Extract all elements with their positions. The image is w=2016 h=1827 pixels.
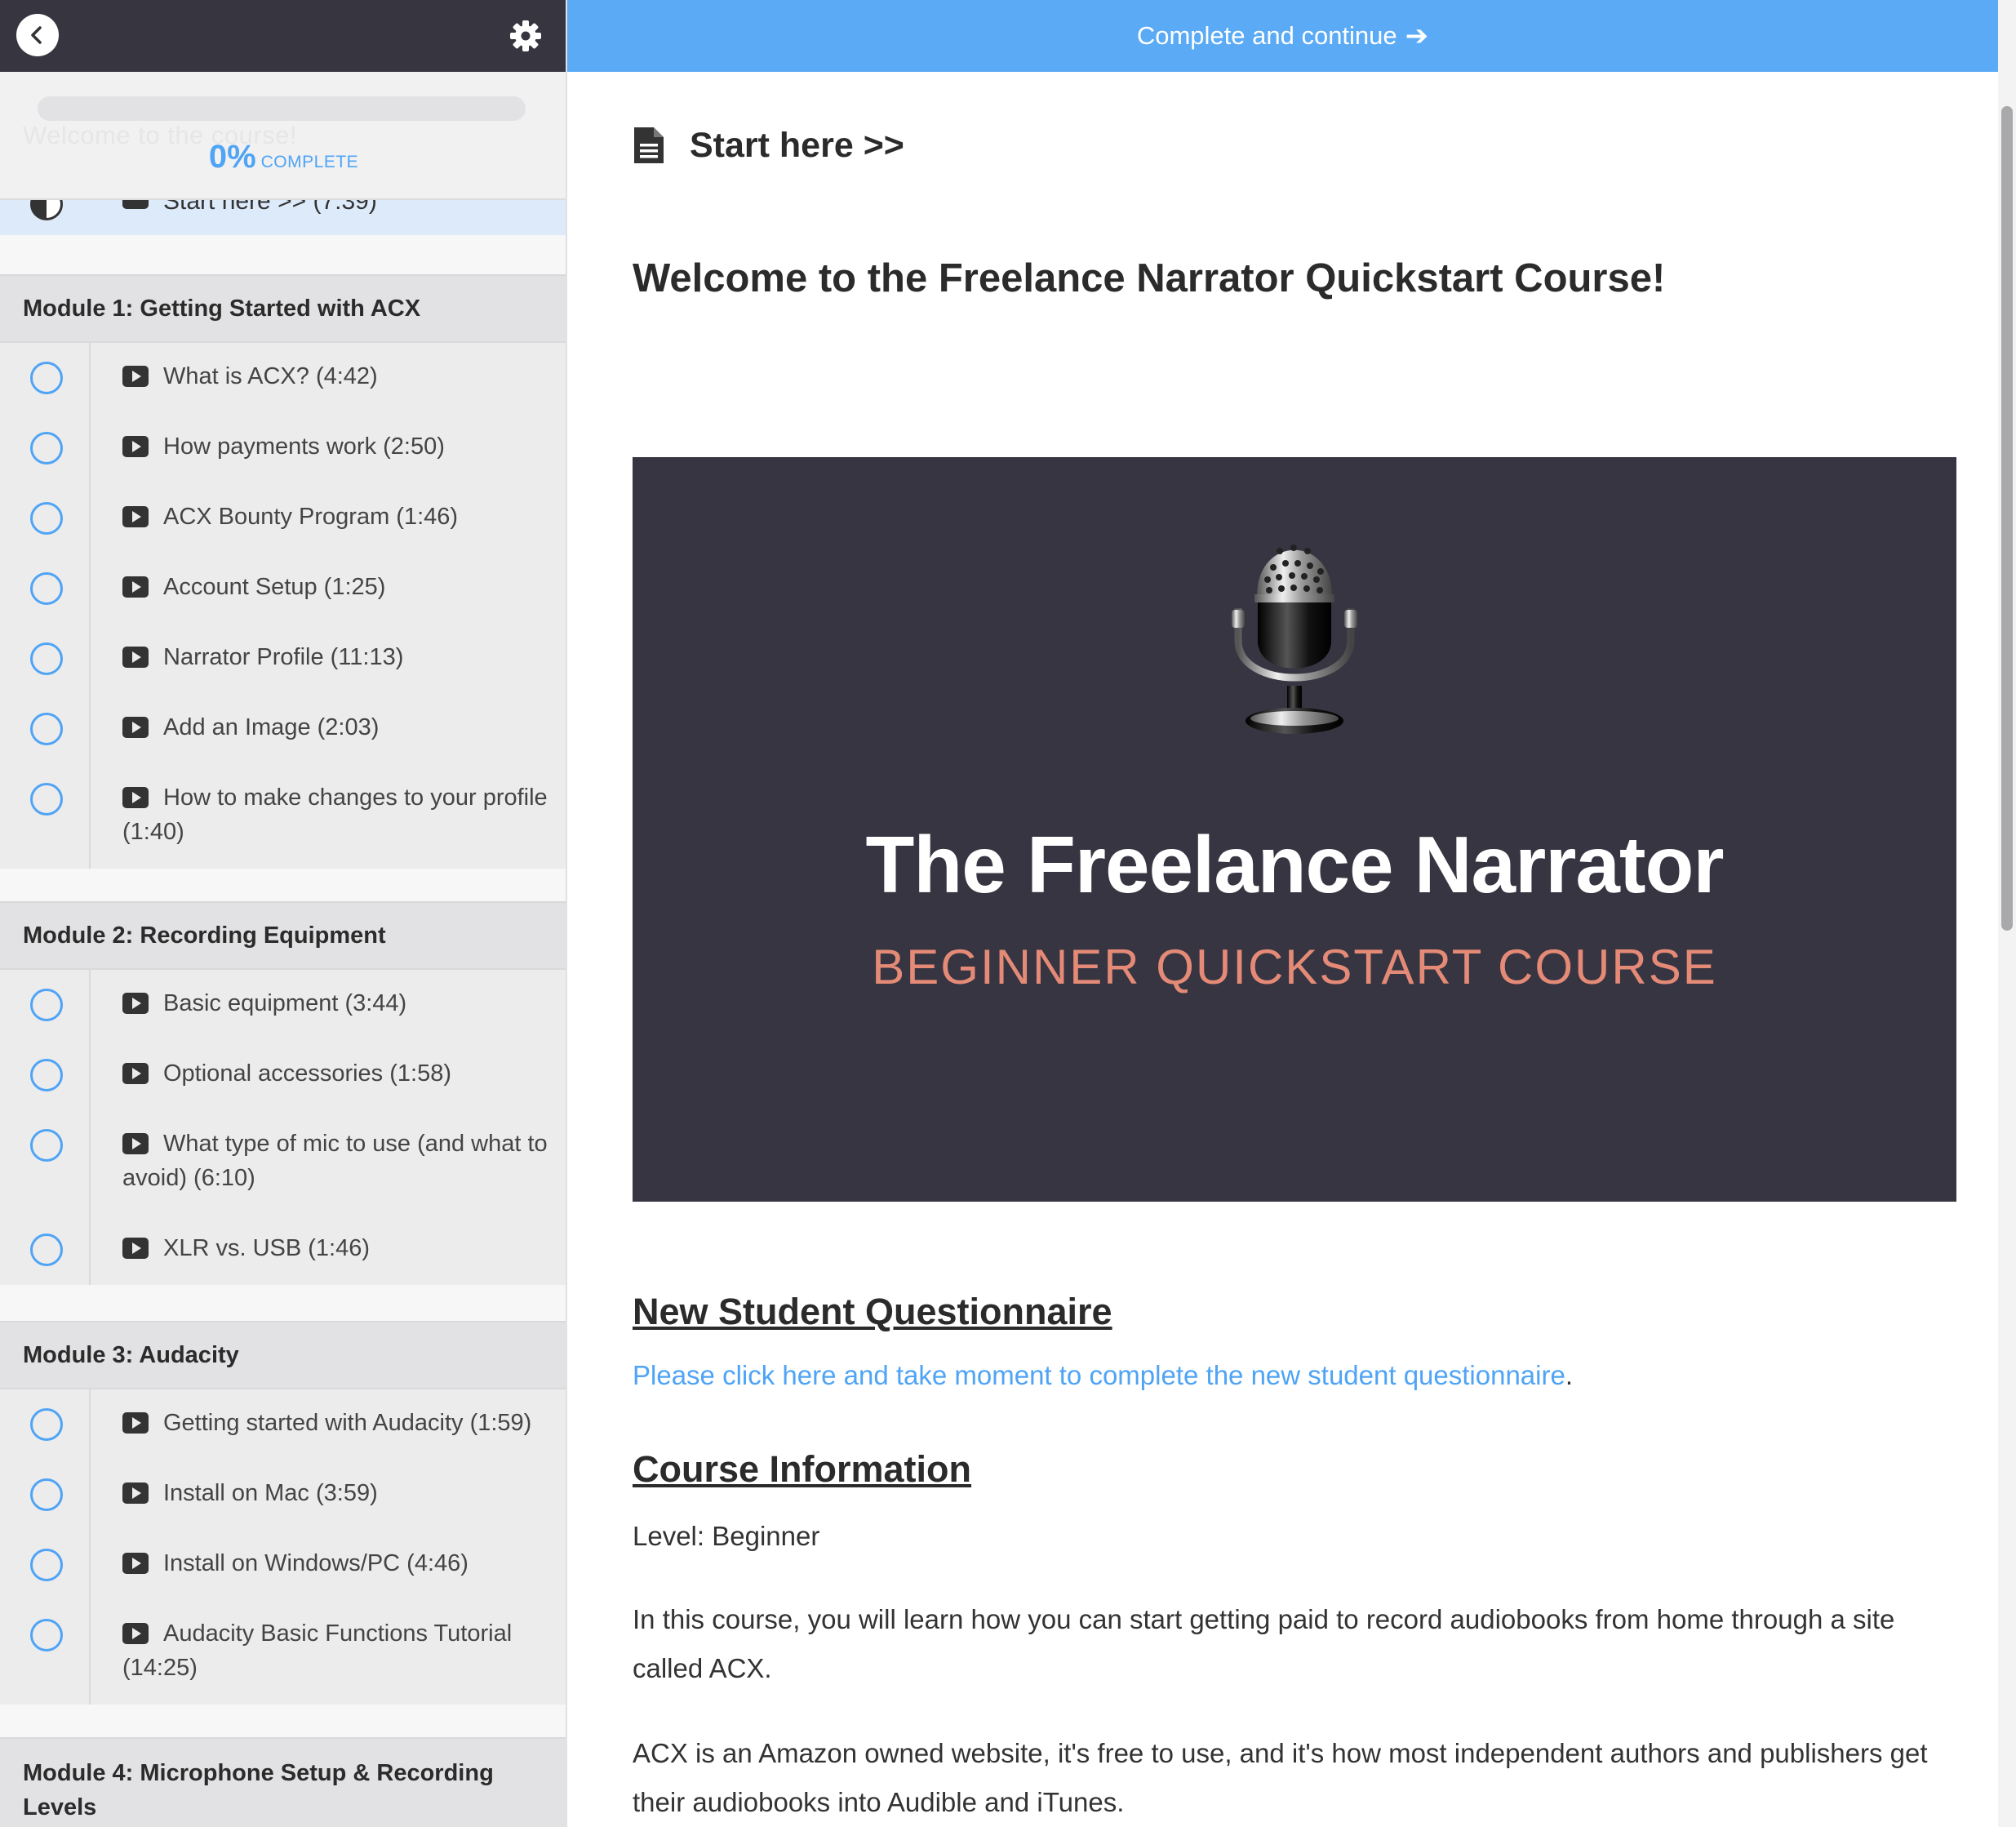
lesson-item[interactable]: Account Setup (1:25) <box>0 553 566 624</box>
microphone-icon <box>1232 545 1357 734</box>
empty-circle-icon[interactable] <box>30 1129 63 1162</box>
module-header: Module 4: Microphone Setup & Recording L… <box>0 1737 566 1827</box>
questionnaire-heading: New Student Questionnaire <box>633 1291 1112 1332</box>
progress-label: COMPLETE <box>260 153 359 171</box>
complete-and-continue-label: Complete and continue <box>1136 21 1397 50</box>
lesson-title: What type of mic to use (and what to avo… <box>122 1131 548 1191</box>
empty-circle-icon[interactable] <box>30 642 63 675</box>
lesson-title: Optional accessories (1:58) <box>163 1060 451 1087</box>
module-header: Module 3: Audacity <box>0 1321 566 1389</box>
back-button[interactable] <box>16 14 59 56</box>
lesson-title: What is ACX? (4:42) <box>163 363 378 389</box>
lesson-item[interactable]: What type of mic to use (and what to avo… <box>0 1110 566 1215</box>
module-header: Module 1: Getting Started with ACX <box>0 274 566 343</box>
questionnaire-suffix: . <box>1565 1360 1574 1390</box>
lesson-item[interactable]: Narrator Profile (11:13) <box>0 624 566 694</box>
lesson-title: ACX Bounty Program (1:46) <box>163 504 459 530</box>
course-info-heading: Course Information <box>633 1448 972 1490</box>
lesson-item[interactable]: Audacity Basic Functions Tutorial (14:25… <box>0 1600 566 1705</box>
lesson-item[interactable]: What is ACX? (4:42) <box>0 343 566 413</box>
module-header: Module 2: Recording Equipment <box>0 901 566 970</box>
lesson-item[interactable]: Add an Image (2:03) <box>0 694 566 764</box>
lesson-item[interactable]: Install on Mac (3:59) <box>0 1460 566 1530</box>
lesson-item[interactable]: Basic equipment (3:44) <box>0 970 566 1040</box>
lecture-header: Start here >> <box>633 121 904 170</box>
progress-value: 0% <box>208 139 256 175</box>
welcome-heading: Welcome to the Freelance Narrator Quicks… <box>633 256 1666 300</box>
empty-circle-icon[interactable] <box>30 1408 63 1441</box>
lesson-item[interactable]: Getting started with Audacity (1:59) <box>0 1389 566 1460</box>
lesson-title: Basic equipment (3:44) <box>163 990 407 1016</box>
lesson-item[interactable]: ACX Bounty Program (1:46) <box>0 483 566 553</box>
lesson-title: Audacity Basic Functions Tutorial (14:25… <box>122 1620 513 1681</box>
complete-and-continue-button[interactable]: Complete and continue ➔ <box>567 0 1998 72</box>
lesson-item[interactable]: How payments work (2:50) <box>0 413 566 483</box>
level-text: Level: Beginner <box>633 1521 820 1551</box>
course-description-1: In this course, you will learn how you c… <box>633 1604 1895 1683</box>
empty-circle-icon[interactable] <box>30 989 63 1021</box>
lesson-title: Narrator Profile (11:13) <box>163 644 404 670</box>
chevron-left-icon <box>31 26 42 44</box>
module-gap <box>0 869 566 901</box>
banner-title: The Freelance Narrator <box>865 820 1725 909</box>
empty-circle-icon[interactable] <box>30 1619 63 1651</box>
document-icon <box>634 127 664 163</box>
page-title: Start here >> <box>690 125 904 165</box>
empty-circle-icon[interactable] <box>30 502 63 535</box>
module-gap <box>0 235 566 274</box>
lesson-item[interactable]: Install on Windows/PC (4:46) <box>0 1530 566 1600</box>
empty-circle-icon[interactable] <box>30 432 63 465</box>
lesson-title: Add an Image (2:03) <box>163 714 380 740</box>
empty-circle-icon[interactable] <box>30 1478 63 1511</box>
empty-circle-icon[interactable] <box>30 1234 63 1266</box>
lesson-item[interactable]: How to make changes to your profile (1:4… <box>0 764 566 869</box>
arrow-right-icon: ➔ <box>1405 20 1429 51</box>
course-description-2: ACX is an Amazon owned website, it's fre… <box>633 1738 1928 1817</box>
lesson-title: Getting started with Audacity (1:59) <box>163 1410 532 1436</box>
lesson-item[interactable]: XLR vs. USB (1:46) <box>0 1215 566 1285</box>
empty-circle-icon[interactable] <box>30 362 63 394</box>
empty-circle-icon[interactable] <box>30 713 63 745</box>
empty-circle-icon[interactable] <box>30 783 63 816</box>
module-gap <box>0 1705 566 1737</box>
lesson-title: How payments work (2:50) <box>163 433 445 460</box>
lesson-item[interactable]: Optional accessories (1:58) <box>0 1040 566 1110</box>
progress-percent: 0% COMPLETE <box>0 139 566 176</box>
empty-circle-icon[interactable] <box>30 572 63 605</box>
sidebar-topbar <box>0 0 566 72</box>
lesson-title: XLR vs. USB (1:46) <box>163 1235 371 1261</box>
lesson-title: Account Setup (1:25) <box>163 574 386 600</box>
scrollbar-thumb[interactable] <box>2001 106 2013 931</box>
lesson-title: Install on Mac (3:59) <box>163 1480 378 1506</box>
empty-circle-icon[interactable] <box>30 1059 63 1091</box>
questionnaire-paragraph: Please click here and take moment to com… <box>633 1360 1573 1391</box>
empty-circle-icon[interactable] <box>30 1549 63 1581</box>
course-progress-panel: Welcome to the course! 0% COMPLETE <box>0 72 566 200</box>
course-banner-image: The Freelance Narrator BEGINNER QUICKSTA… <box>633 457 1956 1202</box>
progress-bar <box>38 96 526 121</box>
gear-icon <box>510 20 541 51</box>
settings-button[interactable] <box>508 18 544 54</box>
lesson-title: How to make changes to your profile (1:4… <box>122 785 548 845</box>
course-sidebar: Welcome to the course! 0% COMPLETE Start … <box>0 0 567 1827</box>
banner-subtitle: BEGINNER QUICKSTART COURSE <box>872 940 1717 994</box>
questionnaire-link[interactable]: Please click here and take moment to com… <box>633 1360 1565 1390</box>
module-gap <box>0 1285 566 1321</box>
lesson-title: Install on Windows/PC (4:46) <box>163 1550 468 1576</box>
